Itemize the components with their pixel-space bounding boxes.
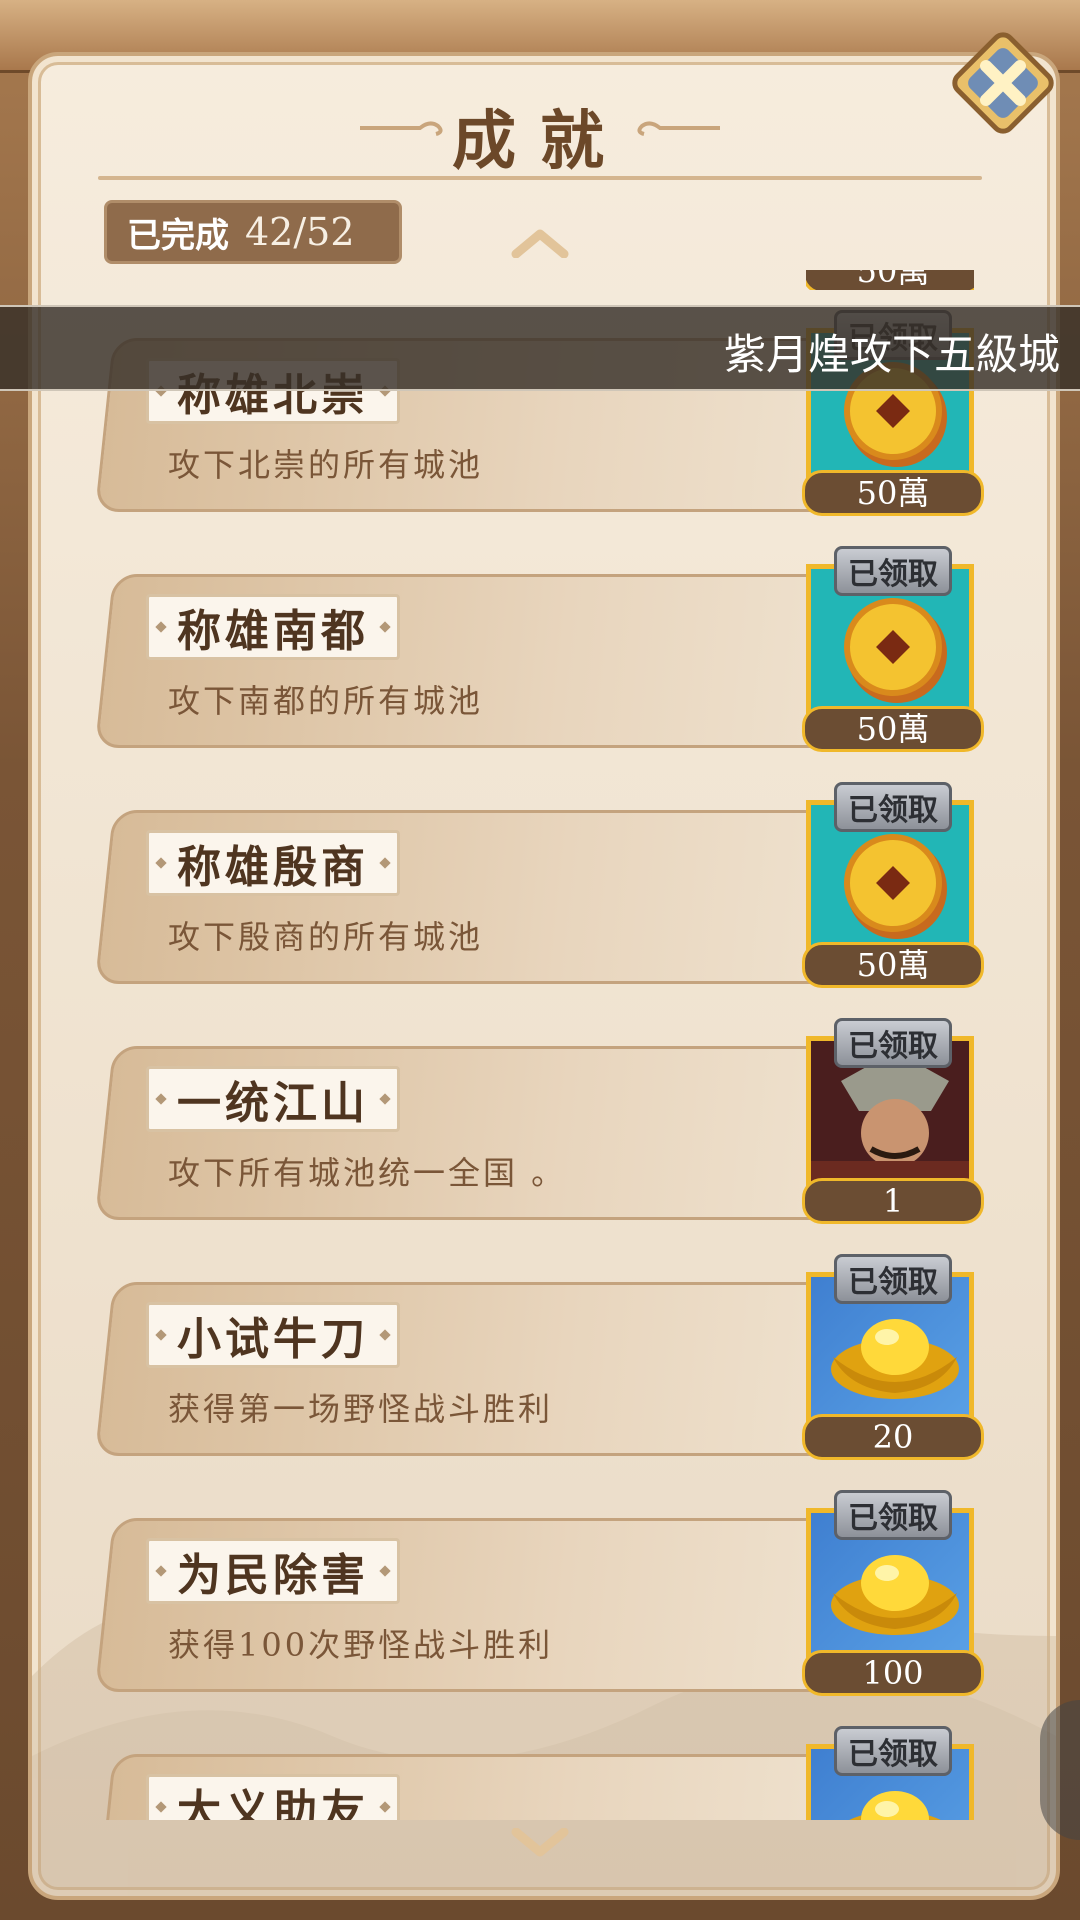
page-title: 成就 (452, 104, 628, 179)
achievement-description: 攻下所有城池统一全国 。 (168, 1154, 567, 1192)
scroll-up-chevron-icon[interactable] (510, 228, 570, 258)
reward-amount: 50萬 (802, 942, 984, 988)
title-right-swirl-icon (637, 121, 720, 136)
claimed-tag: 已领取 (834, 782, 952, 832)
scroll-down-chevron-icon[interactable] (510, 1828, 570, 1858)
reward-amount: 20 (802, 1414, 984, 1460)
reward-amount: 1 (802, 1178, 984, 1224)
achievement-name: 称雄南都 (177, 606, 369, 657)
reward-slot[interactable]: 已领取 50萬 (802, 782, 984, 988)
notification-text: 紫月煌攻下五級城 (723, 330, 1060, 379)
achievement-item[interactable]: 一统江山攻下所有城池统一全国 。 已领取 1 (28, 1018, 1052, 1224)
achievement-name-plate: 为民除害 (146, 1538, 400, 1604)
claimed-tag: 已领取 (834, 1726, 952, 1776)
achievement-name-plate: 一统江山 (146, 1066, 400, 1132)
progress-label: 已完成 (127, 215, 229, 256)
progress-value: 42/52 (245, 210, 355, 254)
plate-dot-icon (155, 1329, 167, 1341)
progress-badge: 已完成 42/52 (104, 200, 402, 264)
claimed-tag: 已领取 (834, 546, 952, 596)
title-divider (98, 176, 982, 180)
reward-slot[interactable]: 已领取 50萬 (802, 546, 984, 752)
plate-dot-icon (155, 1093, 167, 1105)
reward-amount: 50萬 (802, 470, 984, 516)
achievement-name-plate: 称雄殷商 (146, 830, 400, 896)
reward-amount: 100 (802, 1650, 984, 1696)
achievement-description: 获得第一场野怪战斗胜利 (168, 1390, 554, 1428)
achievement-item[interactable]: 称雄殷商攻下殷商的所有城池 已领取 50萬 (28, 782, 1052, 988)
reward-slot[interactable]: 已领取 (806, 1726, 974, 1820)
achievement-description: 获得100次野怪战斗胜利 (168, 1626, 554, 1664)
achievement-name: 小试牛刀 (177, 1314, 369, 1365)
achievement-item[interactable]: 小试牛刀获得第一场野怪战斗胜利 已领取 20 (28, 1254, 1052, 1460)
claimed-tag: 已领取 (834, 1254, 952, 1304)
notification-banner: 紫月煌攻下五級城 (0, 305, 1080, 391)
achievement-description: 攻下南都的所有城池 (168, 682, 484, 720)
claimed-tag: 已领取 (834, 1018, 952, 1068)
plate-dot-icon (379, 1801, 391, 1813)
title-left-swirl-icon (360, 121, 443, 136)
close-button[interactable] (948, 28, 1058, 138)
reward-slot[interactable]: 已领取 1 (802, 1018, 984, 1224)
achievement-name: 一统江山 (177, 1078, 369, 1129)
plate-dot-icon (155, 857, 167, 869)
plate-dot-icon (379, 857, 391, 869)
reward-amount: 50萬 (806, 270, 974, 290)
title-area: 成就 (0, 90, 1080, 182)
partial-top-reward: 50萬 (806, 270, 974, 290)
plate-dot-icon (379, 1565, 391, 1577)
achievement-item[interactable]: 称雄南都攻下南都的所有城池 已领取 50萬 (28, 546, 1052, 752)
achievement-list[interactable]: 50萬 称雄北崇攻下北崇的所有城池已领取50萬称雄南都攻下南都的所有城池已领取5… (28, 270, 1052, 1820)
achievement-name: 为民除害 (177, 1550, 369, 1601)
reward-slot[interactable]: 已领取 100 (802, 1490, 984, 1696)
achievement-item[interactable]: 为民除害获得100次野怪战斗胜利 已领取 100 (28, 1490, 1052, 1696)
achievement-name: 称雄殷商 (177, 842, 369, 893)
side-handle[interactable] (1040, 1700, 1080, 1840)
achievement-item[interactable]: 大义助友 已领取 (28, 1726, 1052, 1820)
plate-dot-icon (379, 621, 391, 633)
achievement-name-plate: 小试牛刀 (146, 1302, 400, 1368)
achievement-name: 大义助友 (177, 1786, 369, 1820)
achievement-description: 攻下北崇的所有城池 (168, 446, 484, 484)
achievement-name-plate: 大义助友 (146, 1774, 400, 1820)
achievement-name-plate: 称雄南都 (146, 594, 400, 660)
reward-amount: 50萬 (802, 706, 984, 752)
reward-slot[interactable]: 已领取 20 (802, 1254, 984, 1460)
plate-dot-icon (379, 1093, 391, 1105)
plate-dot-icon (155, 1801, 167, 1813)
plate-dot-icon (379, 1329, 391, 1341)
achievement-description: 攻下殷商的所有城池 (168, 918, 484, 956)
plate-dot-icon (155, 1565, 167, 1577)
plate-dot-icon (155, 621, 167, 633)
claimed-tag: 已领取 (834, 1490, 952, 1540)
